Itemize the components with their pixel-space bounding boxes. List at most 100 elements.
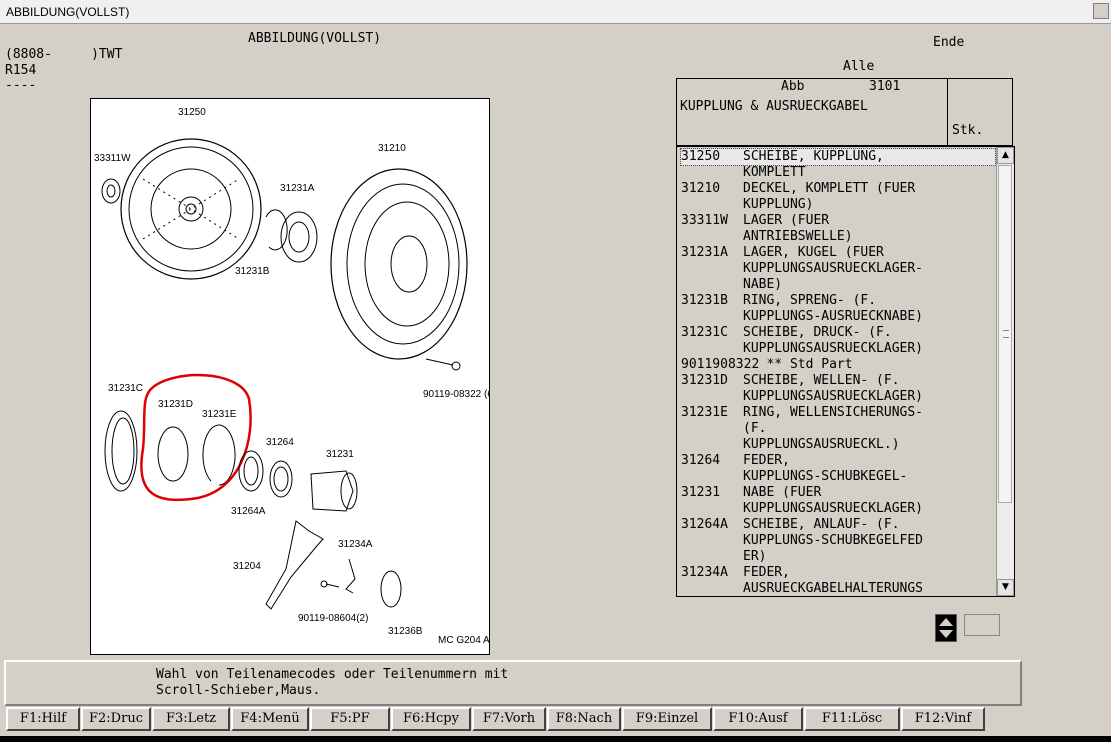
svg-text:90119-08604(2): 90119-08604(2) [298,613,368,624]
quantity-stepper[interactable] [935,614,957,642]
stepper-down-icon[interactable] [939,630,953,638]
list-item[interactable]: AUSRUECKGABELHALTERUNGS [681,581,995,596]
part-description: NABE) [743,277,783,292]
part-code: 31250 [681,149,721,164]
svg-text:31231E: 31231E [202,409,237,420]
abb-number: 3101 [869,79,901,94]
part-description: KOMPLETT [743,165,806,180]
list-item[interactable]: (F. [681,421,995,437]
list-item[interactable]: KUPPLUNGS-AUSRUECKNABE) [681,309,995,325]
grip-icon [1003,330,1009,338]
list-item[interactable]: KUPPLUNGSAUSRUECKLAGER) [681,501,995,517]
part-description: LAGER, KUGEL (FUER [743,245,884,260]
clutch-cover-drawing [330,168,468,360]
svg-text:31204: 31204 [233,561,261,572]
part-description: NABE (FUER [743,485,822,500]
list-scrollbar[interactable]: ▲ ▼ [996,147,1014,596]
list-item[interactable]: 31231A LAGER, KUGEL (FUER [681,245,995,261]
list-item[interactable]: 31231D SCHEIBE, WELLEN- (F. [681,373,995,389]
svg-text:31234A: 31234A [338,539,373,550]
part-code: 31231C [681,325,728,340]
list-item[interactable]: KUPPLUNGS-SCHUBKEGELFED [681,533,995,549]
svg-text:31231D: 31231D [158,399,193,410]
qty-label: Stk. [952,123,984,138]
scroll-up-arrow-icon[interactable]: ▲ [997,147,1014,164]
svg-text:31264A: 31264A [231,506,266,517]
part-description: (F. [743,421,767,436]
fkey-button-1[interactable]: F1:Hilf [6,707,80,731]
fkey-button-4[interactable]: F4:Menü [231,707,309,731]
part-description: KUPPLUNGSAUSRUECKLAGER) [743,389,924,404]
close-icon[interactable] [1093,3,1109,19]
list-item[interactable]: 31231B RING, SPRENG- (F. [681,293,995,309]
list-item[interactable]: KUPPLUNGS-SCHUBKEGEL- [681,469,995,485]
fkey-button-9[interactable]: F9:Einzel [622,707,712,731]
list-item[interactable]: ANTRIEBSWELLE) [681,229,995,245]
part-code: 31231 [681,485,721,500]
parts-list[interactable]: 31250 SCHEIBE, KUPPLUNG, KOMPLETT 31210 DECK… [676,146,1015,597]
list-item[interactable]: 31250 SCHEIBE, KUPPLUNG, [680,148,996,166]
svg-text:31250: 31250 [178,107,206,118]
list-item[interactable]: 31231C SCHEIBE, DRUCK- (F. [681,325,995,341]
svg-text:90119-08322 (6): 90119-08322 (6) [423,389,489,400]
page-title: ABBILDUNG(VOLLST) [248,31,382,46]
list-item[interactable]: KUPPLUNG) [681,197,995,213]
list-item[interactable]: KUPPLUNGSAUSRUECKLAGER- [681,261,995,277]
list-item[interactable]: 31264 FEDER, [681,453,995,469]
svg-text:31231: 31231 [326,449,354,460]
list-item[interactable]: 31231 NABE (FUER [681,485,995,501]
part-description: LAGER (FUER [743,213,830,228]
part-code: 31264 [681,453,721,468]
abb-label: Abb [781,79,805,94]
list-item[interactable]: 9011908322 ** Std Part [681,357,995,373]
part-code: 31231D [681,373,728,388]
list-item[interactable]: KUPPLUNGSAUSRUECKLAGER) [681,341,995,357]
model-line-3: ---- [5,78,37,93]
list-item[interactable]: KUPPLUNGSAUSRUECKLAGER) [681,389,995,405]
alle-label[interactable]: Alle [843,59,874,74]
list-item[interactable]: 33311W LAGER (FUER [681,213,995,229]
part-description: RING, WELLENSICHERUNGS- [743,405,924,420]
list-item[interactable]: 31234A FEDER, [681,565,995,581]
svg-text:31236B: 31236B [388,626,423,637]
fkey-button-5[interactable]: F5:PF [310,707,390,731]
part-description: FEDER, [743,453,790,468]
model-line-1: (8808- )TWT [5,47,123,62]
svg-text:31231A: 31231A [280,183,315,194]
list-item[interactable]: KOMPLETT [681,165,995,181]
list-item[interactable]: ER) [681,549,995,565]
part-description: FEDER, [743,565,790,580]
window-title: ABBILDUNG(VOLLST) [6,5,130,19]
part-code: 33311W [681,213,728,228]
model-line-2: R154 [5,63,37,78]
fkey-button-10[interactable]: F10:Ausf [713,707,803,731]
stepper-up-icon[interactable] [939,618,953,626]
svg-text:31210: 31210 [378,143,406,154]
release-fork-drawing [265,520,324,610]
status-line-2: Scroll-Schieber,Maus. [156,683,321,698]
part-description: KUPPLUNGS-AUSRUECKNABE) [743,309,924,324]
quantity-field[interactable] [964,614,1000,636]
list-item[interactable]: 31264A SCHEIBE, ANLAUF- (F. [681,517,995,533]
list-item[interactable]: 31210 DECKEL, KOMPLETT (FUER [681,181,995,197]
part-description: DECKEL, KOMPLETT (FUER [743,181,916,196]
part-description: KUPPLUNGSAUSRUECKLAGER) [743,341,924,356]
parts-illustration[interactable]: 31250 33311W 31210 31231A 31231B 90119-0… [90,98,490,655]
ende-label[interactable]: Ende [933,35,964,50]
scroll-down-arrow-icon[interactable]: ▼ [997,579,1014,596]
fkey-button-3[interactable]: F3:Letz [152,707,230,731]
fkey-button-2[interactable]: F2:Druc [81,707,151,731]
fkey-button-11[interactable]: F11:Lösc [804,707,900,731]
part-description: AUSRUECKGABELHALTERUNGS [743,581,924,596]
fkey-button-8[interactable]: F8:Nach [547,707,621,731]
svg-text:31231B: 31231B [235,266,270,277]
part-description: ANTRIEBSWELLE) [743,229,853,244]
part-description: ** Std Part [743,357,853,372]
list-item[interactable]: NABE) [681,277,995,293]
fkey-button-7[interactable]: F7:Vorh [472,707,546,731]
fkey-button-12[interactable]: F12:Vinf [901,707,985,731]
list-item[interactable]: 31231E RING, WELLENSICHERUNGS- [681,405,995,421]
scroll-thumb[interactable] [998,165,1012,503]
fkey-button-6[interactable]: F6:Hcpy [391,707,471,731]
list-item[interactable]: KUPPLUNGSAUSRUECKL.) [681,437,995,453]
